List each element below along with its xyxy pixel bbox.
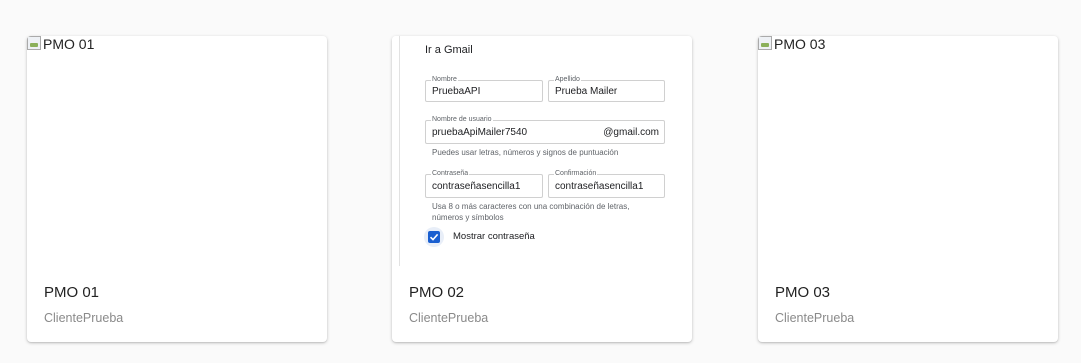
username-suffix: @gmail.com [603, 127, 659, 138]
show-password-label: Mostrar contraseña [453, 231, 535, 242]
card-subtitle: ClientePrueba [775, 311, 855, 325]
password-value: contraseñasencilla1 [432, 181, 521, 192]
password-hint-line-1: Usa 8 o más caracteres con una combinaci… [432, 202, 630, 211]
first-name-label: Nombre [431, 75, 458, 84]
username-hint: Puedes usar letras, números y signos de … [432, 148, 619, 157]
card-image: Ir a Gmail Nombre PruebaAPI Apellido Pru… [392, 36, 692, 268]
password-field: Contraseña contraseñasencilla1 [425, 169, 543, 198]
project-card-pmo-02[interactable]: Ir a Gmail Nombre PruebaAPI Apellido Pru… [392, 36, 692, 342]
gmail-header: Ir a Gmail [425, 44, 473, 56]
show-password-checkbox [424, 227, 444, 247]
card-title: PMO 01 [44, 284, 100, 301]
username-value: pruebaApiMailer7540 [432, 127, 528, 138]
last-name-field: Apellido Prueba Mailer [548, 75, 665, 102]
username-label: Nombre de usuario [431, 115, 493, 124]
last-name-value: Prueba Mailer [555, 86, 618, 97]
card-image: PMO 01 [27, 36, 94, 52]
card-image-alt-text: PMO 03 [774, 36, 826, 52]
confirm-password-value: contraseñasencilla1 [555, 181, 644, 192]
password-label: Contraseña [431, 169, 470, 178]
confirm-password-field: Confirmación contraseñasencilla1 [548, 169, 665, 198]
first-name-field: Nombre PruebaAPI [425, 75, 543, 102]
broken-image-icon [27, 36, 41, 50]
project-card-pmo-03[interactable]: PMO 03 PMO 03 ClientePrueba [758, 36, 1058, 342]
project-card-pmo-01[interactable]: PMO 01 PMO 01 ClientePrueba [27, 36, 327, 342]
last-name-label: Apellido [554, 75, 581, 84]
checkbox-checked-icon [428, 231, 440, 243]
password-hint-line-2: números y símbolos [432, 213, 504, 222]
confirm-password-label: Confirmación [554, 169, 598, 178]
card-title: PMO 03 [775, 284, 831, 301]
divider [399, 36, 400, 266]
card-subtitle: ClientePrueba [44, 311, 124, 325]
card-subtitle: ClientePrueba [409, 311, 489, 325]
username-field: Nombre de usuario pruebaApiMailer7540 @g… [425, 115, 665, 144]
first-name-value: PruebaAPI [432, 86, 481, 97]
card-image-alt-text: PMO 01 [43, 36, 95, 52]
card-image: PMO 03 [758, 36, 825, 52]
card-title: PMO 02 [409, 284, 465, 301]
broken-image-icon [758, 36, 772, 50]
